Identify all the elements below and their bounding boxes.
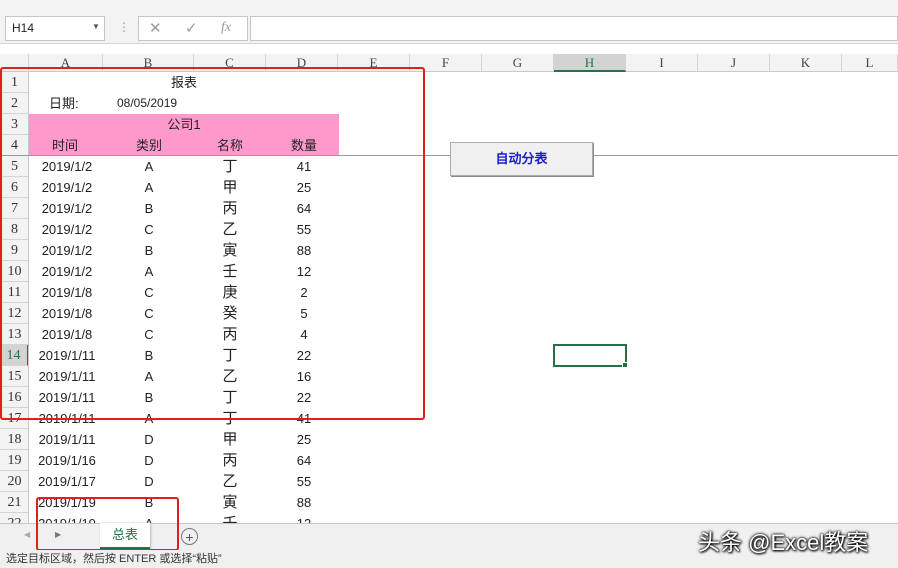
cell-category[interactable]: D — [109, 429, 189, 450]
more-icon: ⋮ — [118, 20, 130, 34]
prev-sheet-icon[interactable]: ◀ — [24, 530, 30, 539]
cell-quantity[interactable]: 88 — [269, 492, 339, 513]
cancel-icon[interactable]: ✕ — [149, 19, 162, 37]
watermark: 头条 @Excel教案 — [698, 530, 869, 555]
row-header-21[interactable]: 21 — [0, 492, 28, 513]
row-header-20[interactable]: 20 — [0, 471, 28, 492]
column-header-k[interactable]: K — [770, 54, 842, 72]
cell-name[interactable]: 甲 — [191, 429, 269, 450]
cell-name[interactable]: 壬 — [191, 513, 269, 523]
cell-time[interactable]: 2019/1/11 — [29, 429, 105, 450]
cell-name[interactable]: 寅 — [191, 492, 269, 513]
chevron-down-icon[interactable]: ▼ — [92, 22, 100, 31]
cell-category[interactable]: D — [109, 471, 189, 492]
formula-actions: ✕ ✓ fx — [138, 16, 248, 41]
fill-handle[interactable] — [622, 362, 628, 368]
cell-name[interactable]: 乙 — [191, 471, 269, 492]
add-sheet-icon[interactable]: + — [181, 528, 198, 545]
column-header-g[interactable]: G — [482, 54, 554, 72]
cell-name[interactable]: 丙 — [191, 450, 269, 471]
highlight-box-tab — [36, 497, 179, 551]
cell-category[interactable]: D — [109, 450, 189, 471]
highlight-box-report — [0, 67, 425, 420]
auto-split-button[interactable]: 自动分表 — [450, 142, 593, 176]
cell-quantity[interactable]: 64 — [269, 450, 339, 471]
row-header-18[interactable]: 18 — [0, 429, 28, 450]
cell-quantity[interactable]: 55 — [269, 471, 339, 492]
cell-time[interactable]: 2019/1/17 — [29, 471, 105, 492]
name-box[interactable]: H14 — [5, 16, 105, 41]
cell-quantity[interactable]: 25 — [269, 429, 339, 450]
column-header-j[interactable]: J — [698, 54, 770, 72]
cell-quantity[interactable]: 12 — [269, 513, 339, 523]
enter-icon[interactable]: ✓ — [185, 19, 198, 37]
column-header-i[interactable]: I — [626, 54, 698, 72]
selected-cell-h14[interactable] — [553, 344, 627, 367]
column-header-l[interactable]: L — [842, 54, 898, 72]
cell-time[interactable]: 2019/1/16 — [29, 450, 105, 471]
insert-function-icon[interactable]: fx — [221, 20, 231, 36]
row-header-22[interactable]: 22 — [0, 513, 28, 523]
row-header-19[interactable]: 19 — [0, 450, 28, 471]
formula-input[interactable] — [250, 16, 898, 41]
column-header-h[interactable]: H — [554, 54, 626, 72]
